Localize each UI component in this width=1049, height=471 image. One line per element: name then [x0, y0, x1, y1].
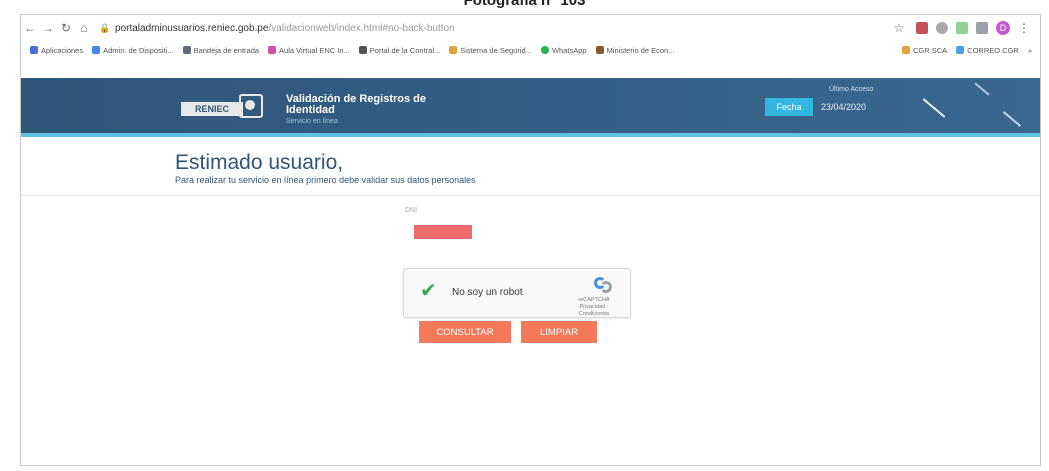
site-title: Validación de Registros de Identidad [286, 94, 426, 116]
dni-input[interactable] [414, 225, 472, 239]
bookmark-label: Aplicaciones [41, 45, 84, 55]
address-bar[interactable]: portaladminusuarios.reniec.gob.pe/valida… [115, 23, 455, 34]
site-title-line: Identidad [286, 104, 335, 116]
bookmark-label: Bandeja de entrada [193, 45, 260, 55]
date-label: Fecha [765, 98, 813, 116]
decorative-stroke [922, 98, 946, 118]
apps-grid-icon [30, 46, 38, 54]
forward-icon[interactable]: → [39, 21, 57, 35]
instructions-text: Para realizar tu servicio en línea prime… [175, 175, 476, 185]
site-icon [956, 46, 965, 54]
bookmark-item[interactable]: WhatsApp [540, 45, 587, 55]
profile-avatar[interactable]: D [996, 21, 1010, 35]
lock-icon: 🔒 [99, 22, 111, 33]
bookmark-item[interactable]: CORREO CGR [956, 46, 1019, 55]
extension-icon[interactable] [916, 22, 928, 34]
dni-label: DNI [405, 207, 418, 214]
site-icon [449, 46, 458, 54]
bookmark-item[interactable]: Aula Virtual ENC In... [268, 46, 350, 55]
mail-icon [182, 46, 191, 54]
site-icon [901, 46, 910, 54]
logo-mark-icon [239, 94, 263, 118]
extension-icon[interactable] [976, 22, 988, 34]
bookmark-item[interactable]: Ministerio de Econ... [595, 45, 675, 55]
photo-caption: Fotografía n° 103 [463, 0, 586, 9]
site-subtitle: Servicio en línea [286, 118, 338, 125]
bookmark-item[interactable]: Portal de la Contral... [358, 45, 441, 55]
bookmarks-bar: Aplicaciones Admin. de Dispositi... Band… [21, 41, 1040, 59]
bookmark-label: Ministerio de Econ... [606, 45, 675, 55]
whatsapp-icon [540, 46, 549, 54]
browser-window: ← → ↻ ⌂ 🔒 portaladminusuarios.reniec.gob… [20, 14, 1041, 466]
bookmark-item[interactable]: Bandeja de entrada [182, 45, 260, 55]
site-icon [595, 46, 604, 54]
bookmark-label: Portal de la Contral... [369, 45, 441, 55]
back-icon[interactable]: ← [21, 21, 39, 35]
page-title: Estimado usuario, [175, 151, 344, 174]
recaptcha-label: No soy un robot [452, 287, 523, 298]
home-icon[interactable]: ⌂ [75, 21, 93, 35]
globe-icon [358, 46, 367, 54]
bookmark-label: CGR SCA [912, 45, 948, 55]
reload-icon[interactable]: ↻ [57, 21, 75, 35]
browser-toolbar: ← → ↻ ⌂ 🔒 portaladminusuarios.reniec.gob… [21, 15, 1040, 41]
bookmark-label: Admin. de Dispositi... [103, 45, 174, 55]
site-icon [268, 46, 277, 54]
bookmark-item[interactable]: Admin. de Dispositi... [92, 45, 174, 55]
decorative-stroke [1002, 111, 1022, 127]
toolbar-actions: ☆ D ⋮ [890, 21, 1040, 35]
star-icon[interactable]: ☆ [890, 21, 908, 35]
bookmark-label: WhatsApp [551, 45, 587, 55]
google-icon [92, 46, 101, 54]
bookmark-apps[interactable]: Aplicaciones [30, 46, 83, 55]
extension-icon[interactable] [936, 22, 948, 34]
consult-button[interactable]: CONSULTAR [419, 321, 511, 343]
decorative-stroke [974, 82, 990, 96]
recaptcha-brand: reCAPTCHA Privacidad - Condiciones [564, 297, 624, 318]
checkmark-icon[interactable]: ✔ [420, 281, 437, 301]
last-access-label: Último Acceso [829, 86, 874, 93]
clear-button[interactable]: LIMPIAR [521, 321, 597, 343]
bookmark-label: Aula Virtual ENC In... [279, 45, 350, 55]
site-header: RENIEC Validación de Registros de Identi… [21, 78, 1040, 137]
bookmarks-right: CGR SCA CORREO CGR » [893, 46, 1040, 55]
menu-kebab-icon[interactable]: ⋮ [1018, 21, 1030, 35]
recaptcha-brand-name: reCAPTCHA [578, 297, 610, 303]
reniec-logo: RENIEC [181, 94, 267, 118]
recaptcha-widget[interactable]: ✔ No soy un robot reCAPTCHA Privacidad -… [403, 268, 631, 318]
recaptcha-logo-icon [594, 277, 614, 293]
logo-text: RENIEC [181, 102, 243, 116]
recaptcha-brand-links[interactable]: Privacidad - Condiciones [564, 304, 624, 318]
url-host: portaladminusuarios.reniec.gob.pe [115, 22, 269, 34]
bookmarks-overflow[interactable]: » [1028, 46, 1032, 55]
url-path: /validacionweb/index.html#no-back-button [268, 22, 455, 34]
divider [21, 195, 1040, 196]
bookmark-item[interactable]: Sistema de Segurid... [449, 46, 532, 55]
extension-icon[interactable] [956, 22, 968, 34]
bookmark-label: CORREO CGR [967, 45, 1019, 55]
bookmark-label: Sistema de Segurid... [460, 45, 532, 55]
date-value: 23/04/2020 [821, 102, 867, 112]
bookmark-item[interactable]: CGR SCA [901, 45, 948, 55]
